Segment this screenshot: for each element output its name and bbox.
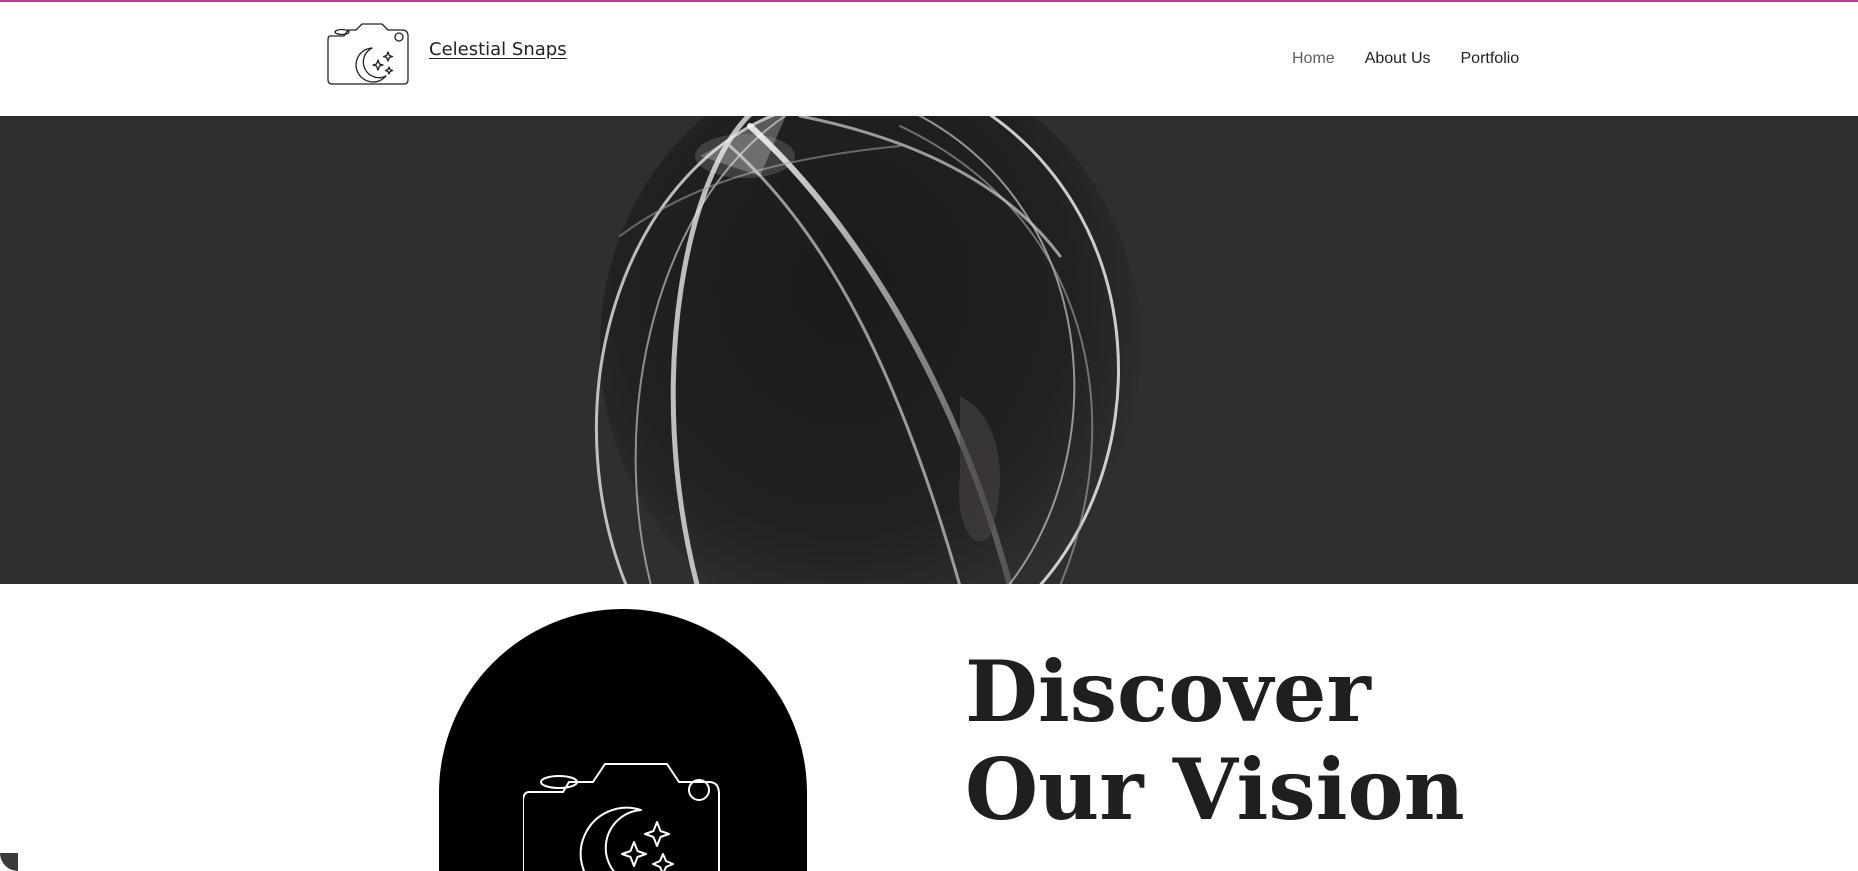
hero-light-orb-image xyxy=(0,116,1858,584)
vision-headline: Discover Our Vision xyxy=(965,643,1465,839)
hero-banner xyxy=(0,116,1858,584)
main-nav: Home About Us Portfolio xyxy=(1292,50,1519,68)
site-header: Celestial Snaps Home About Us Portfolio xyxy=(0,2,1858,116)
logo-link[interactable] xyxy=(326,20,410,86)
headline-line-2: Our Vision xyxy=(965,740,1465,839)
camera-moon-stars-icon xyxy=(327,23,409,85)
headline-line-1: Discover xyxy=(965,642,1371,741)
vision-badge-arch xyxy=(439,609,807,871)
window-corner xyxy=(0,853,18,871)
nav-item-home[interactable]: Home xyxy=(1292,50,1335,68)
camera-moon-stars-icon xyxy=(523,763,720,871)
nav-item-about-us[interactable]: About Us xyxy=(1365,50,1431,68)
brand-name-link[interactable]: Celestial Snaps xyxy=(429,39,567,60)
nav-item-portfolio[interactable]: Portfolio xyxy=(1461,50,1520,68)
